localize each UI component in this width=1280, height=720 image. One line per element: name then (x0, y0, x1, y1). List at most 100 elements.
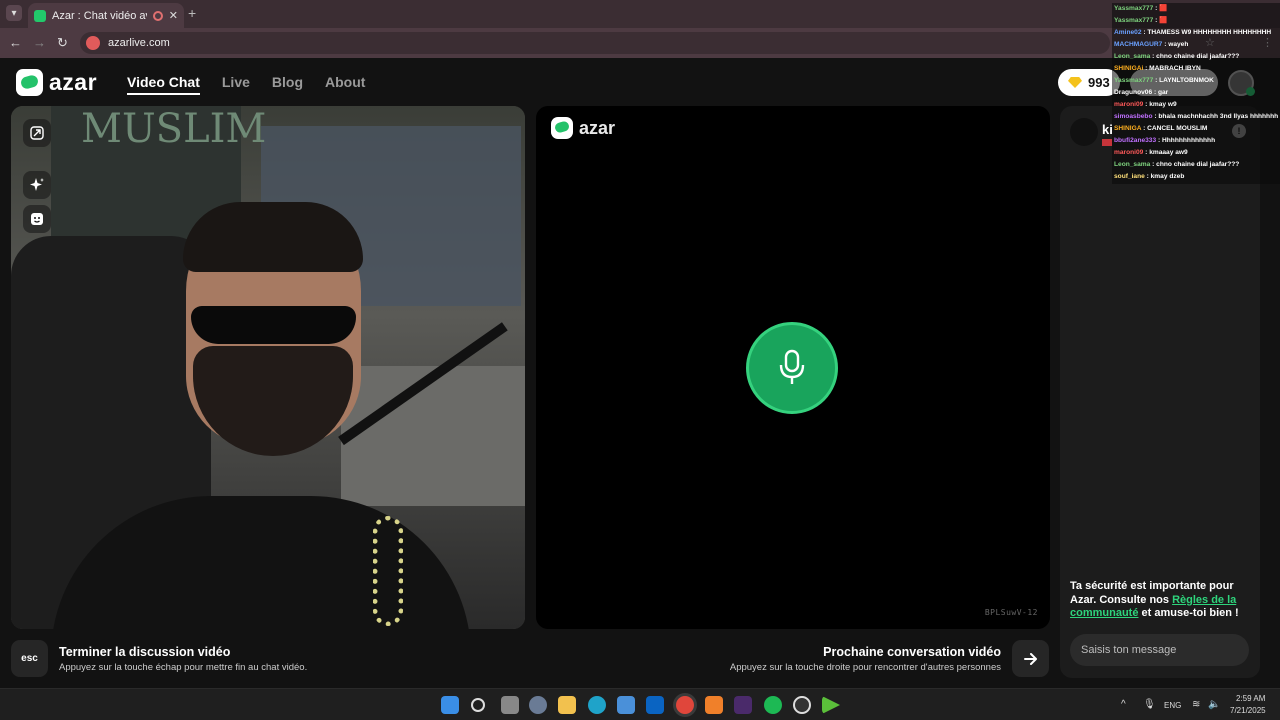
stream-chat-text: : LAYNLTOBNMOK (1153, 77, 1214, 84)
expand-button[interactable] (23, 119, 51, 147)
stream-chat-username: souf_iane (1114, 173, 1145, 180)
stream-chat-message: SHINIGA : CANCEL MOUSLIM (1112, 123, 1280, 135)
stream-chat-username: Leon_sama (1114, 53, 1151, 60)
end-chat-title: Terminer la discussion vidéo (59, 645, 231, 659)
stream-chat-text: : Hhhhhhhhhhhhh (1156, 137, 1216, 144)
vlc-icon[interactable] (705, 696, 723, 714)
back-icon[interactable]: ← (9, 35, 22, 50)
partner-video: azar BPLSuwV-12 (536, 106, 1050, 629)
site-info-icon[interactable] (86, 36, 100, 50)
browser-tab-azar[interactable]: Azar : Chat vidéo avec de n ✕ (28, 3, 184, 28)
sunglasses (191, 306, 356, 344)
streaming-app-icon[interactable] (822, 696, 840, 714)
stream-chat-message: bbufi2ane333 : Hhhhhhhhhhhhh (1112, 135, 1280, 147)
wifi-icon[interactable]: ≋ (1192, 699, 1200, 710)
url-text: azarlive.com (108, 37, 170, 49)
azar-favicon-icon (34, 9, 46, 22)
message-input[interactable] (1070, 634, 1249, 666)
arrow-right-icon (1023, 652, 1037, 665)
tray-overflow-icon[interactable]: ^ (1121, 699, 1126, 710)
volume-icon[interactable]: 🔈 (1208, 699, 1220, 710)
gems-balance-button[interactable]: 993 (1058, 69, 1120, 96)
browser-toolbar: ← → ↻ azarlive.com ☆ ⋮ (0, 28, 1280, 58)
file-explorer-icon[interactable] (558, 696, 576, 714)
edge-icon[interactable] (588, 696, 606, 714)
nav-video-chat[interactable]: Video Chat (127, 74, 200, 95)
stream-chat-username: Leon_sama (1114, 161, 1151, 168)
next-chat-title: Prochaine conversation vidéo (823, 645, 1001, 659)
gems-count: 993 (1088, 75, 1110, 90)
tab-list-button[interactable]: ▾ (6, 5, 22, 21)
close-tab-icon[interactable]: ✕ (169, 9, 178, 22)
settings-icon[interactable] (529, 696, 547, 714)
recording-icon (152, 10, 163, 21)
stream-chat-message: Amine02 : THAMESS W9 HHHHHHHH HHHHHHHH (1112, 27, 1280, 39)
nav-blog[interactable]: Blog (272, 74, 303, 95)
store-icon[interactable] (617, 696, 635, 714)
effects-button[interactable] (23, 171, 51, 199)
local-video: MUSLIM (11, 106, 525, 629)
microphone-icon (779, 349, 805, 384)
stream-chat-message: Dragunov06 : gar (1112, 87, 1280, 99)
stream-chat-message: Yassmax777 : 🟥 (1112, 15, 1280, 27)
main-nav: Video Chat Live Blog About (127, 74, 365, 95)
stream-chat-username: Yassmax777 (1114, 17, 1154, 24)
stream-chat-message: MACHMAGUR7 : wayeh (1112, 39, 1280, 51)
background-shelf (341, 366, 525, 506)
next-chat-button[interactable] (1012, 640, 1049, 677)
stream-chat-username: maroni09 (1114, 149, 1144, 156)
task-view-icon[interactable] (501, 696, 519, 714)
reload-icon[interactable]: ↻ (57, 35, 68, 51)
stream-chat-message: Yassmax777 : LAYNLTOBNMOK (1112, 75, 1280, 87)
stream-chat-message: maroni09 : kmaaay aw9 (1112, 147, 1280, 159)
spotify-icon[interactable] (764, 696, 782, 714)
stream-chat-text: : chno chaine dial jaafar??? (1150, 161, 1240, 168)
stream-chat-text: : wayeh (1162, 41, 1189, 48)
stream-chat-username: MACHMAGUR7 (1114, 41, 1163, 48)
stream-chat-message: souf_iane : kmay dzeb (1112, 171, 1280, 183)
stream-chat-message: SHINIGAi : MABRACH IBYN (1112, 63, 1280, 75)
azar-logo-icon (551, 117, 573, 139)
stream-chat-message: Leon_sama : chno chaine dial jaafar??? (1112, 51, 1280, 63)
nav-about[interactable]: About (325, 74, 365, 95)
stream-chat-message: Leon_sama : chno chaine dial jaafar??? (1112, 159, 1280, 171)
end-chat-button[interactable]: esc (11, 640, 48, 677)
next-app-icon[interactable] (734, 696, 752, 714)
search-icon[interactable] (471, 698, 485, 712)
forward-icon[interactable]: → (33, 35, 46, 50)
sticker-face-icon (31, 213, 43, 225)
sticker-button[interactable] (23, 205, 51, 233)
windows-start-icon[interactable] (441, 696, 459, 714)
obs-icon[interactable] (793, 696, 811, 714)
stream-chat-username: SHINIGAi (1114, 65, 1144, 72)
country-flag-icon (1102, 139, 1112, 146)
app-header: azar Video Chat Live Blog About 993 (0, 58, 1280, 106)
tray-mic-icon[interactable]: 🎙 (1143, 699, 1156, 710)
stream-chat-message: maroni09 : kmay w9 (1112, 99, 1280, 111)
stream-chat-text: : bhala machnhachh 3nd llyas hhhhhhh (1152, 113, 1279, 120)
stream-chat-username: Amine02 (1114, 29, 1142, 36)
stream-chat-message: simoasbebo : bhala machnhachh 3nd llyas … (1112, 111, 1280, 123)
tray-date[interactable]: 7/21/2025 (1230, 706, 1266, 715)
nav-live[interactable]: Live (222, 74, 250, 95)
partner-avatar[interactable] (1070, 118, 1098, 146)
safety-suffix: et amuse-toi bien ! (1138, 607, 1239, 619)
stream-chat-overlay: Yassmax777 : 🟥 Yassmax777 : 🟥 Amine02 : TH… (1112, 3, 1280, 184)
outlook-icon[interactable] (646, 696, 664, 714)
poster-text: MUSLIM (81, 106, 267, 152)
sparkle-effects-icon (30, 178, 44, 191)
azar-logo[interactable]: azar (16, 69, 97, 96)
chrome-icon[interactable] (676, 696, 694, 714)
new-tab-button[interactable]: + (188, 5, 196, 21)
stream-chat-username: maroni09 (1114, 101, 1144, 108)
taskbar: ^ 🎙 ENG ≋ 🔈 2:59 AM 7/21/2025 (0, 688, 1280, 720)
logo-text: azar (49, 69, 98, 95)
tray-time[interactable]: 2:59 AM (1236, 694, 1265, 703)
stream-chat-username: simoasbebo (1114, 113, 1153, 120)
stream-chat-message: Yassmax777 : 🟥 (1112, 3, 1280, 15)
address-bar[interactable]: azarlive.com (80, 32, 1110, 54)
stream-chat-text: : kmay w9 (1143, 101, 1177, 108)
stream-chat-text: : kmay dzeb (1144, 173, 1185, 180)
tab-title: Azar : Chat vidéo avec de n (52, 9, 147, 22)
tray-language[interactable]: ENG (1164, 701, 1181, 710)
